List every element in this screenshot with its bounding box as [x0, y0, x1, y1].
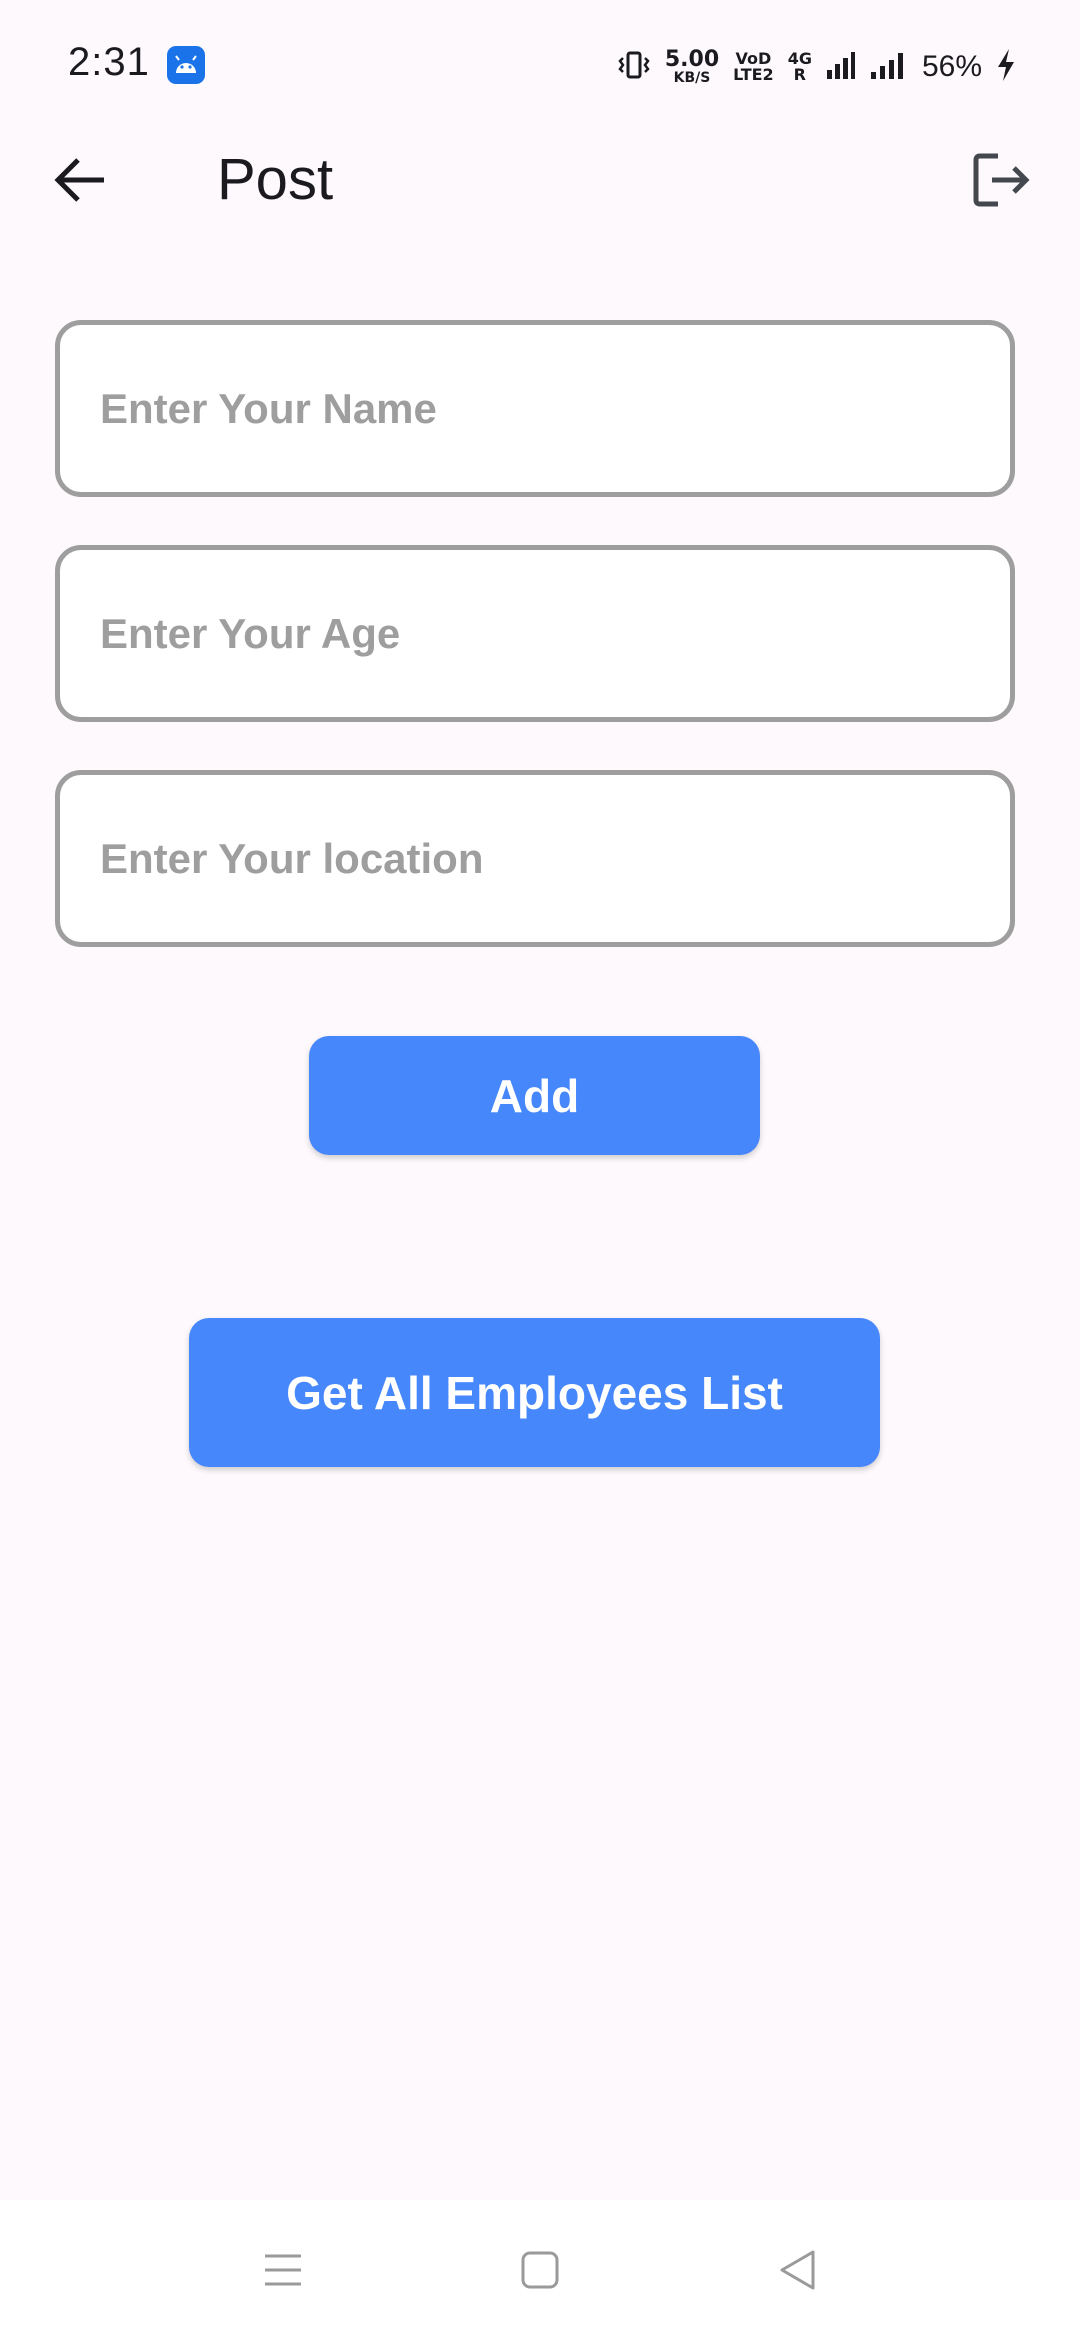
screen: 2:31 5.00 KB/S VoD LTE2 4G R 56% Post En…: [0, 0, 1080, 2340]
top-app-bar: Post: [0, 120, 1080, 240]
signal-icon: [826, 50, 856, 85]
name-input[interactable]: [100, 325, 970, 492]
system-nav-bar: [0, 2200, 1080, 2340]
arrow-left-icon: [54, 158, 104, 202]
menu-icon: [265, 2254, 301, 2286]
volte-indicator: VoD LTE2: [733, 51, 774, 83]
logout-button[interactable]: [964, 142, 1040, 218]
battery-percent: 56%: [921, 50, 982, 83]
location-input[interactable]: [100, 775, 970, 942]
charging-icon: [996, 48, 1016, 87]
vibrate-icon: [617, 48, 651, 87]
status-icons: 5.00 KB/S VoD LTE2 4G R 56%: [617, 44, 1016, 90]
logout-icon: [973, 153, 1030, 207]
system-back-button[interactable]: [762, 2235, 832, 2305]
network-type: 4G R: [788, 51, 812, 83]
home-button[interactable]: [505, 2235, 575, 2305]
back-triangle-icon: [780, 2250, 815, 2290]
net-speed-value: 5.00: [664, 47, 720, 72]
network-bottom: R: [793, 65, 806, 84]
status-bar: 2:31 5.00 KB/S VoD LTE2 4G R 56%: [0, 0, 1080, 110]
signal-icon: [870, 50, 908, 85]
age-input[interactable]: [100, 550, 970, 717]
name-field[interactable]: [55, 320, 1015, 497]
net-speed: 5.00 KB/S: [664, 47, 720, 86]
volte-bottom: LTE2: [733, 65, 774, 84]
recents-button[interactable]: [248, 2235, 318, 2305]
age-field[interactable]: [55, 545, 1015, 722]
add-button[interactable]: Add: [309, 1036, 760, 1155]
page-title: Post: [217, 147, 334, 212]
net-speed-unit: KB/S: [673, 70, 711, 86]
status-time: 2:31: [68, 40, 150, 84]
location-field[interactable]: [55, 770, 1015, 947]
back-button[interactable]: [46, 145, 116, 215]
android-app-icon: [167, 46, 205, 84]
get-all-employees-button[interactable]: Get All Employees List: [189, 1318, 880, 1467]
home-icon: [521, 2251, 559, 2289]
